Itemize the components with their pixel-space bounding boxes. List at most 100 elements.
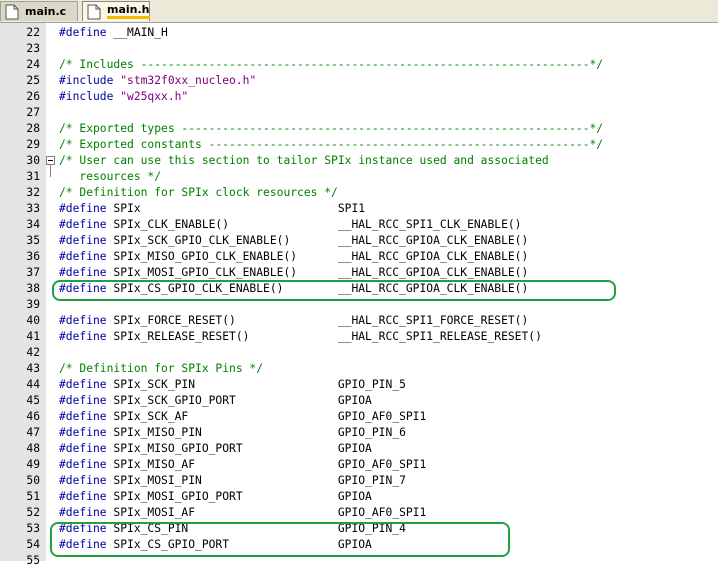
line-number: 42	[26, 346, 40, 359]
code-line[interactable]: 50 #define SPIx_MOSI_PIN GPIO_PIN_7	[0, 473, 718, 489]
line-text: #define SPIx_RELEASE_RESET() __HAL_RCC_S…	[59, 330, 542, 343]
code-line[interactable]: 52 #define SPIx_MOSI_AF GPIO_AF0_SPI1	[0, 505, 718, 521]
code-line[interactable]: 42	[0, 345, 718, 361]
line-number: 49	[26, 458, 40, 471]
code-line[interactable]: 44 #define SPIx_SCK_PIN GPIO_PIN_5	[0, 377, 718, 393]
code-line[interactable]: 45 #define SPIx_SCK_GPIO_PORT GPIOA	[0, 393, 718, 409]
line-number: 47	[26, 426, 40, 439]
line-number: 24	[26, 58, 40, 71]
line-number: 31	[26, 170, 40, 183]
file-icon	[5, 4, 19, 20]
line-text: #define SPIx_MOSI_GPIO_PORT GPIOA	[59, 490, 372, 503]
code-line[interactable]: 36 #define SPIx_MISO_GPIO_CLK_ENABLE() __…	[0, 249, 718, 265]
line-text: #define SPIx_MOSI_PIN GPIO_PIN_7	[59, 474, 406, 487]
line-text: #define __MAIN_H	[59, 26, 168, 39]
tab-label: main.c	[25, 5, 67, 18]
line-text: /* User can use this section to tailor S…	[59, 154, 549, 167]
code-line[interactable]: 23	[0, 41, 718, 57]
line-text: /* Exported constants ------------------…	[59, 138, 604, 151]
line-number: 37	[26, 266, 40, 279]
code-line[interactable]: 32 /* Definition for SPIx clock resources…	[0, 185, 718, 201]
line-text: #define SPIx_SCK_GPIO_CLK_ENABLE() __HAL…	[59, 234, 529, 247]
line-text: /* Includes ----------------------------…	[59, 58, 604, 71]
line-number: 25	[26, 74, 40, 87]
line-text: #define SPIx_MOSI_GPIO_CLK_ENABLE() __HA…	[59, 266, 529, 279]
line-number: 44	[26, 378, 40, 391]
line-number: 40	[26, 314, 40, 327]
line-text: #define SPIx SPI1	[59, 202, 366, 215]
code-line[interactable]: 26 #include "w25qxx.h"	[0, 89, 718, 105]
line-text: #define SPIx_SCK_GPIO_PORT GPIOA	[59, 394, 372, 407]
line-text: #define SPIx_SCK_PIN GPIO_PIN_5	[59, 378, 406, 391]
line-number: 55	[26, 554, 40, 567]
code-line[interactable]: 35 #define SPIx_SCK_GPIO_CLK_ENABLE() __H…	[0, 233, 718, 249]
code-line[interactable]: 34 #define SPIx_CLK_ENABLE() __HAL_RCC_SP…	[0, 217, 718, 233]
code-line[interactable]: 29 /* Exported constants ----------------…	[0, 137, 718, 153]
code-editor[interactable]: 22 #define __MAIN_H 23 24 /* Includes ------…	[0, 23, 718, 567]
line-text: #define SPIx_MISO_GPIO_CLK_ENABLE() __HA…	[59, 250, 529, 263]
line-text: #define SPIx_MISO_GPIO_PORT GPIOA	[59, 442, 372, 455]
code-line[interactable]: 27	[0, 105, 718, 121]
line-number: 26	[26, 90, 40, 103]
line-number: 30	[26, 154, 40, 167]
tab-main-c[interactable]: main.c	[0, 1, 78, 21]
line-text: #define SPIx_MISO_AF GPIO_AF0_SPI1	[59, 458, 427, 471]
code-line[interactable]: 24 /* Includes --------------------------…	[0, 57, 718, 73]
code-line[interactable]: 46 #define SPIx_SCK_AF GPIO_AF0_SPI1	[0, 409, 718, 425]
code-line[interactable]: 30 /* User can use this section to tailor…	[0, 153, 718, 169]
line-text: #define SPIx_MOSI_AF GPIO_AF0_SPI1	[59, 506, 427, 519]
line-number: 51	[26, 490, 40, 503]
code-line[interactable]: 51 #define SPIx_MOSI_GPIO_PORT GPIOA	[0, 489, 718, 505]
line-number: 23	[26, 42, 40, 55]
code-line[interactable]: 25 #include "stm32f0xx_nucleo.h"	[0, 73, 718, 89]
line-number: 45	[26, 394, 40, 407]
line-number: 54	[26, 538, 40, 551]
line-text: #define SPIx_SCK_AF GPIO_AF0_SPI1	[59, 410, 427, 423]
file-icon	[87, 4, 101, 20]
code-line[interactable]: 22 #define __MAIN_H	[0, 25, 718, 41]
line-number: 34	[26, 218, 40, 231]
line-number: 50	[26, 474, 40, 487]
fold-collapse-icon[interactable]	[46, 156, 55, 165]
line-number: 41	[26, 330, 40, 343]
line-number: 29	[26, 138, 40, 151]
tab-main-h[interactable]: main.h	[82, 1, 150, 21]
code-line[interactable]: 33 #define SPIx SPI1	[0, 201, 718, 217]
line-text: #define SPIx_FORCE_RESET() __HAL_RCC_SPI…	[59, 314, 529, 327]
line-text: /* Exported types ----------------------…	[59, 122, 604, 135]
code-line[interactable]: 31 resources */	[0, 169, 718, 185]
code-line[interactable]: 43 /* Definition for SPIx Pins */	[0, 361, 718, 377]
tab-label: main.h	[107, 4, 150, 19]
line-number: 22	[26, 26, 40, 39]
code-line[interactable]: 49 #define SPIx_MISO_AF GPIO_AF0_SPI1	[0, 457, 718, 473]
line-number: 39	[26, 298, 40, 311]
code-line[interactable]: 28 /* Exported types --------------------…	[0, 121, 718, 137]
line-number: 46	[26, 410, 40, 423]
line-number: 36	[26, 250, 40, 263]
line-number: 32	[26, 186, 40, 199]
line-number: 48	[26, 442, 40, 455]
line-number: 35	[26, 234, 40, 247]
line-text: resources */	[59, 170, 162, 183]
line-text: #include "w25qxx.h"	[59, 90, 189, 103]
line-text: #define SPIx_CLK_ENABLE() __HAL_RCC_SPI1…	[59, 218, 522, 231]
highlight-box-cs-pins	[50, 522, 510, 557]
line-number: 52	[26, 506, 40, 519]
code-line[interactable]: 48 #define SPIx_MISO_GPIO_PORT GPIOA	[0, 441, 718, 457]
fold-line	[50, 165, 51, 177]
line-number: 38	[26, 282, 40, 295]
line-number: 53	[26, 522, 40, 535]
highlight-box-cs-clk	[52, 280, 616, 301]
line-text: #define SPIx_MISO_PIN GPIO_PIN_6	[59, 426, 406, 439]
line-text: #include "stm32f0xx_nucleo.h"	[59, 74, 257, 87]
code-line[interactable]: 41 #define SPIx_RELEASE_RESET() __HAL_RCC…	[0, 329, 718, 345]
line-number: 43	[26, 362, 40, 375]
line-text: /* Definition for SPIx clock resources *…	[59, 186, 338, 199]
code-line[interactable]: 37 #define SPIx_MOSI_GPIO_CLK_ENABLE() __…	[0, 265, 718, 281]
line-number: 33	[26, 202, 40, 215]
line-text: /* Definition for SPIx Pins */	[59, 362, 264, 375]
line-number: 27	[26, 106, 40, 119]
line-number: 28	[26, 122, 40, 135]
code-line[interactable]: 40 #define SPIx_FORCE_RESET() __HAL_RCC_S…	[0, 313, 718, 329]
code-line[interactable]: 47 #define SPIx_MISO_PIN GPIO_PIN_6	[0, 425, 718, 441]
